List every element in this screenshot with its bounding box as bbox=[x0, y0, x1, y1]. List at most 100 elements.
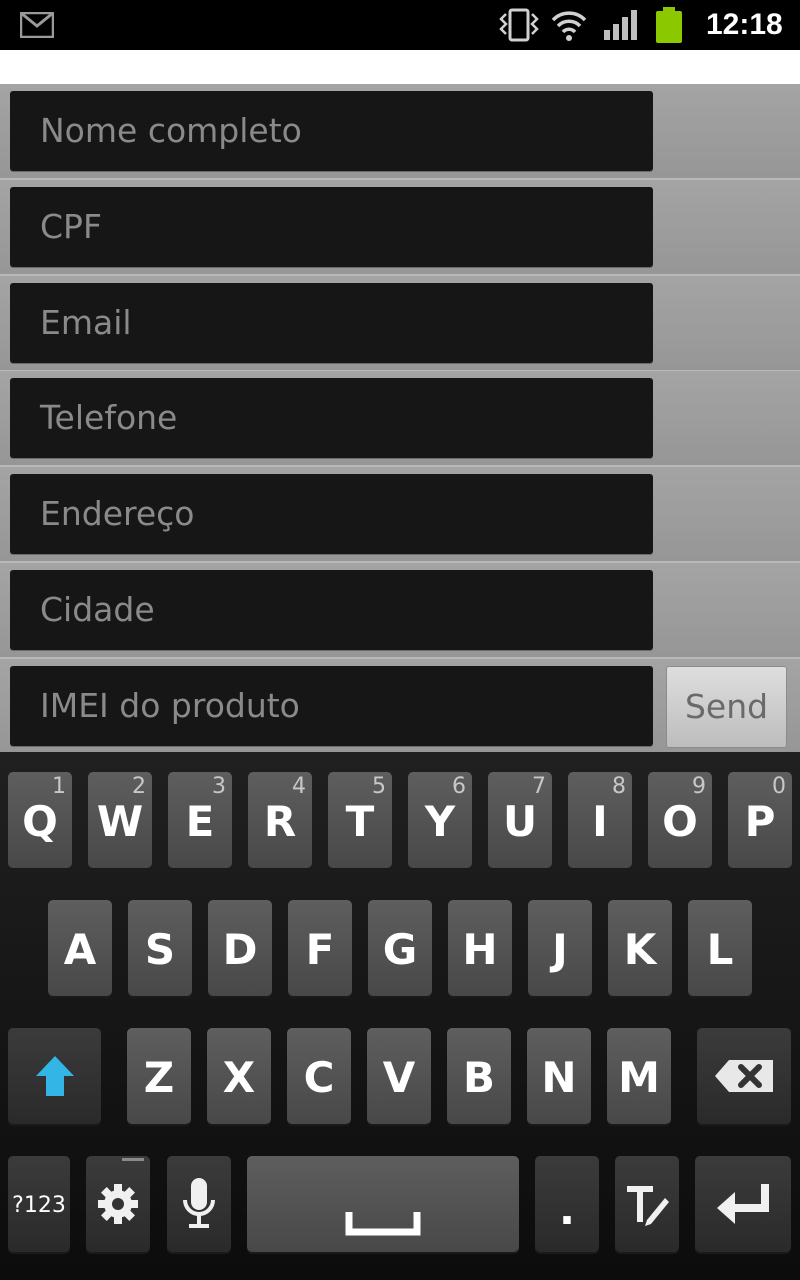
clock: 12:18 bbox=[706, 8, 783, 41]
settings-key[interactable] bbox=[86, 1156, 150, 1252]
key-s[interactable]: S bbox=[128, 900, 192, 996]
key-label: J bbox=[552, 925, 568, 974]
key-label: Z bbox=[143, 1053, 175, 1102]
key-g[interactable]: G bbox=[368, 900, 432, 996]
key-label: A bbox=[63, 925, 97, 974]
key-h[interactable]: H bbox=[448, 900, 512, 996]
key-o[interactable]: 9O bbox=[648, 772, 712, 868]
key-label: N bbox=[541, 1053, 577, 1102]
key-hint: 8 bbox=[612, 774, 626, 799]
key-label: ?123 bbox=[12, 1193, 66, 1218]
city-input[interactable]: Cidade bbox=[10, 570, 653, 650]
key-label: U bbox=[502, 797, 538, 846]
key-label: R bbox=[263, 797, 297, 846]
key-hint: 5 bbox=[372, 774, 386, 799]
key-label: I bbox=[592, 797, 608, 846]
form-row: CPF bbox=[0, 180, 800, 276]
email-input[interactable]: Email bbox=[10, 283, 653, 363]
key-i[interactable]: 8I bbox=[568, 772, 632, 868]
key-label: E bbox=[185, 797, 215, 846]
form-row: Endereço bbox=[0, 467, 800, 563]
phone-input[interactable]: Telefone bbox=[10, 378, 653, 458]
key-label: B bbox=[462, 1053, 495, 1102]
key-label: P bbox=[744, 797, 776, 846]
key-z[interactable]: Z bbox=[127, 1028, 191, 1124]
soft-keyboard: 1Q 2W 3E 4R 5T 6Y 7U 8I 9O 0P A S D F G … bbox=[0, 752, 800, 1280]
text-edit-key[interactable] bbox=[615, 1156, 679, 1252]
key-l[interactable]: L bbox=[688, 900, 752, 996]
registration-form: Nome completo CPF Email Telefone Endereç… bbox=[0, 84, 800, 755]
form-row: Email bbox=[0, 276, 800, 372]
wifi-icon bbox=[551, 11, 587, 41]
key-label: T bbox=[345, 797, 375, 846]
space-key[interactable] bbox=[247, 1156, 519, 1252]
key-label: H bbox=[462, 925, 498, 974]
key-v[interactable]: V bbox=[367, 1028, 431, 1124]
key-f[interactable]: F bbox=[288, 900, 352, 996]
key-hint: 9 bbox=[692, 774, 706, 799]
key-label: W bbox=[96, 797, 144, 846]
status-bar: 12:18 bbox=[0, 0, 800, 50]
key-q[interactable]: 1Q bbox=[8, 772, 72, 868]
voice-input-key[interactable] bbox=[167, 1156, 231, 1252]
enter-key[interactable] bbox=[695, 1156, 791, 1252]
key-w[interactable]: 2W bbox=[88, 772, 152, 868]
key-hint: 6 bbox=[452, 774, 466, 799]
key-label: D bbox=[222, 925, 258, 974]
key-a[interactable]: A bbox=[48, 900, 112, 996]
key-label: Q bbox=[22, 797, 58, 846]
key-n[interactable]: N bbox=[527, 1028, 591, 1124]
mail-icon bbox=[20, 12, 54, 38]
key-label: V bbox=[382, 1053, 416, 1102]
period-key[interactable]: . bbox=[535, 1156, 599, 1252]
key-p[interactable]: 0P bbox=[728, 772, 792, 868]
signal-icon bbox=[604, 10, 637, 40]
key-t[interactable]: 5T bbox=[328, 772, 392, 868]
key-m[interactable]: M bbox=[607, 1028, 671, 1124]
key-k[interactable]: K bbox=[608, 900, 672, 996]
key-c[interactable]: C bbox=[287, 1028, 351, 1124]
battery-icon bbox=[656, 7, 682, 43]
enter-icon bbox=[717, 1184, 769, 1224]
text-edit-icon bbox=[627, 1186, 669, 1226]
shift-icon bbox=[36, 1056, 74, 1096]
key-hint: 0 bbox=[772, 774, 786, 799]
mic-icon bbox=[183, 1178, 215, 1228]
settings-key-indicator bbox=[122, 1158, 144, 1161]
key-b[interactable]: B bbox=[447, 1028, 511, 1124]
form-row: Cidade bbox=[0, 563, 800, 659]
key-hint: 1 bbox=[52, 774, 66, 799]
form-row: Nome completo bbox=[0, 84, 800, 180]
shift-key[interactable] bbox=[8, 1028, 101, 1124]
symbols-key[interactable]: ?123 bbox=[8, 1156, 70, 1252]
key-j[interactable]: J bbox=[528, 900, 592, 996]
key-label: L bbox=[706, 925, 734, 974]
key-label: C bbox=[303, 1053, 335, 1102]
key-x[interactable]: X bbox=[207, 1028, 271, 1124]
key-u[interactable]: 7U bbox=[488, 772, 552, 868]
key-r[interactable]: 4R bbox=[248, 772, 312, 868]
vibrate-icon bbox=[499, 8, 539, 42]
key-label: K bbox=[623, 925, 657, 974]
key-label: M bbox=[618, 1053, 660, 1102]
key-d[interactable]: D bbox=[208, 900, 272, 996]
full-name-input[interactable]: Nome completo bbox=[10, 91, 653, 171]
key-label: F bbox=[305, 925, 335, 974]
title-bar bbox=[0, 50, 800, 84]
key-label: S bbox=[144, 925, 176, 974]
key-hint: 4 bbox=[292, 774, 306, 799]
settings-icon bbox=[98, 1184, 138, 1224]
cpf-input[interactable]: CPF bbox=[10, 187, 653, 267]
address-input[interactable]: Endereço bbox=[10, 474, 653, 554]
backspace-icon bbox=[715, 1060, 773, 1092]
key-e[interactable]: 3E bbox=[168, 772, 232, 868]
key-label: O bbox=[662, 797, 698, 846]
key-hint: 7 bbox=[532, 774, 546, 799]
key-hint: 3 bbox=[212, 774, 226, 799]
send-button[interactable]: Send bbox=[666, 666, 787, 748]
key-label: G bbox=[382, 925, 418, 974]
imei-input[interactable]: IMEI do produto bbox=[10, 666, 653, 746]
key-y[interactable]: 6Y bbox=[408, 772, 472, 868]
key-label: X bbox=[222, 1053, 256, 1102]
backspace-key[interactable] bbox=[697, 1028, 791, 1124]
